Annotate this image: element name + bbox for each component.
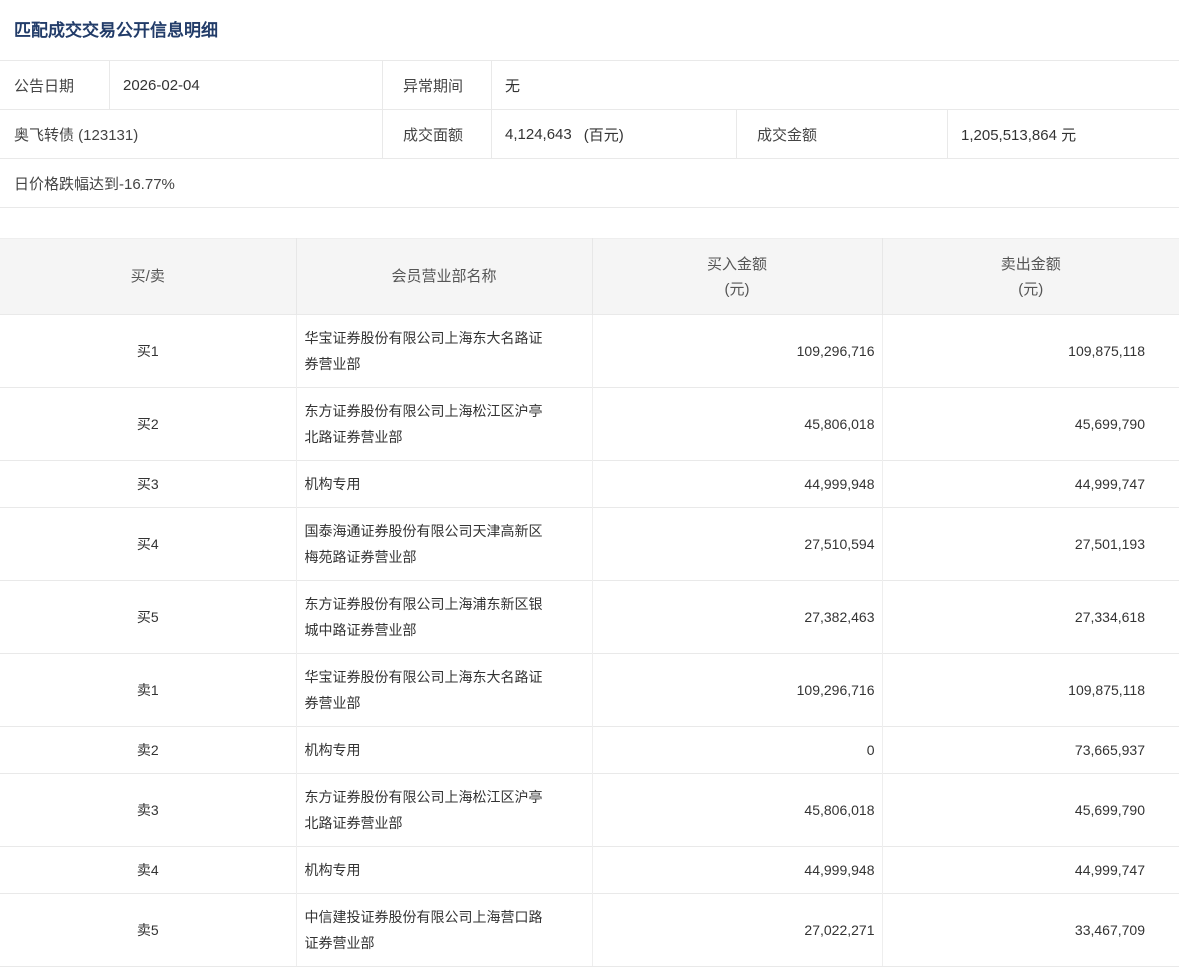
table-header-row: 买/卖 会员营业部名称 买入金额(元) 卖出金额(元): [0, 239, 1179, 315]
member-name-cell: 华宝证券股份有限公司上海东大名路证券营业部: [296, 315, 592, 388]
sell-amount-cell: 44,999,747: [882, 461, 1179, 508]
sell-amount-cell: 73,665,937: [882, 727, 1179, 774]
buy-amount-cell: 27,022,271: [592, 894, 882, 967]
sell-amount-cell: 27,334,618: [882, 581, 1179, 654]
member-name-cell: 机构专用: [296, 847, 592, 894]
table-row: 卖2 机构专用 0 73,665,937: [0, 727, 1179, 774]
member-name-cell: 机构专用: [296, 461, 592, 508]
sell-amount-cell: 27,501,193: [882, 508, 1179, 581]
col-header-member: 会员营业部名称: [296, 239, 592, 315]
col-header-sell-amount: 卖出金额(元): [882, 239, 1179, 315]
page-title: 匹配成交交易公开信息明细: [0, 0, 1179, 60]
member-name-cell: 机构专用: [296, 727, 592, 774]
side-cell: 买1: [0, 315, 296, 388]
member-branch-table: 买/卖 会员营业部名称 买入金额(元) 卖出金额(元) 买1 华宝证券股份有限公…: [0, 238, 1179, 967]
turnover-value: 1,205,513,864 元: [948, 110, 1179, 158]
buy-amount-cell: 0: [592, 727, 882, 774]
table-row: 买3 机构专用 44,999,948 44,999,747: [0, 461, 1179, 508]
buy-amount-cell: 109,296,716: [592, 315, 882, 388]
member-name-cell: 华宝证券股份有限公司上海东大名路证券营业部: [296, 654, 592, 727]
buy-amount-cell: 45,806,018: [592, 774, 882, 847]
face-value-value: 4,124,643 (百元): [492, 110, 737, 158]
member-name-cell: 中信建投证券股份有限公司上海营口路证券营业部: [296, 894, 592, 967]
price-change-note: 日价格跌幅达到-16.77%: [0, 159, 1179, 207]
buy-amount-cell: 45,806,018: [592, 388, 882, 461]
summary-row-date: 公告日期 2026-02-04 异常期间 无: [0, 61, 1179, 110]
spacer: [0, 208, 1179, 238]
table-row: 卖4 机构专用 44,999,948 44,999,747: [0, 847, 1179, 894]
buy-amount-cell: 109,296,716: [592, 654, 882, 727]
buy-amount-cell: 27,510,594: [592, 508, 882, 581]
buy-amount-cell: 27,382,463: [592, 581, 882, 654]
member-name-cell: 国泰海通证券股份有限公司天津高新区梅苑路证券营业部: [296, 508, 592, 581]
table-row: 卖5 中信建投证券股份有限公司上海营口路证券营业部 27,022,271 33,…: [0, 894, 1179, 967]
col-header-buy-amount: 买入金额(元): [592, 239, 882, 315]
face-value-number: 4,124,643: [505, 126, 572, 143]
side-cell: 卖4: [0, 847, 296, 894]
abnormal-period-value: 无: [492, 61, 1179, 109]
table-row: 买2 东方证券股份有限公司上海松江区沪亭北路证券营业部 45,806,018 4…: [0, 388, 1179, 461]
face-value-label: 成交面额: [383, 110, 492, 158]
abnormal-period-label: 异常期间: [383, 61, 492, 109]
side-cell: 卖5: [0, 894, 296, 967]
sell-amount-cell: 109,875,118: [882, 315, 1179, 388]
sell-amount-cell: 45,699,790: [882, 388, 1179, 461]
summary-panel: 公告日期 2026-02-04 异常期间 无 奥飞转债 (123131) 成交面…: [0, 60, 1179, 208]
table-row: 卖3 东方证券股份有限公司上海松江区沪亭北路证券营业部 45,806,018 4…: [0, 774, 1179, 847]
table-row: 卖1 华宝证券股份有限公司上海东大名路证券营业部 109,296,716 109…: [0, 654, 1179, 727]
member-name-cell: 东方证券股份有限公司上海松江区沪亭北路证券营业部: [296, 774, 592, 847]
side-cell: 卖3: [0, 774, 296, 847]
side-cell: 买4: [0, 508, 296, 581]
side-cell: 卖2: [0, 727, 296, 774]
side-cell: 买2: [0, 388, 296, 461]
sell-amount-cell: 33,467,709: [882, 894, 1179, 967]
table-row: 买4 国泰海通证券股份有限公司天津高新区梅苑路证券营业部 27,510,594 …: [0, 508, 1179, 581]
col-header-side: 买/卖: [0, 239, 296, 315]
sell-amount-cell: 45,699,790: [882, 774, 1179, 847]
announce-date-value: 2026-02-04: [110, 61, 383, 109]
member-name-cell: 东方证券股份有限公司上海浦东新区银城中路证券营业部: [296, 581, 592, 654]
buy-amount-cell: 44,999,948: [592, 461, 882, 508]
sell-amount-cell: 109,875,118: [882, 654, 1179, 727]
side-cell: 买5: [0, 581, 296, 654]
buy-amount-cell: 44,999,948: [592, 847, 882, 894]
security-name: 奥飞转债 (123131): [0, 110, 383, 158]
turnover-label: 成交金额: [737, 110, 948, 158]
member-name-cell: 东方证券股份有限公司上海松江区沪亭北路证券营业部: [296, 388, 592, 461]
announce-date-label: 公告日期: [0, 61, 110, 109]
summary-row-note: 日价格跌幅达到-16.77%: [0, 159, 1179, 207]
sell-amount-cell: 44,999,747: [882, 847, 1179, 894]
face-value-unit: (百元): [584, 124, 624, 145]
side-cell: 卖1: [0, 654, 296, 727]
side-cell: 买3: [0, 461, 296, 508]
summary-row-security: 奥飞转债 (123131) 成交面额 4,124,643 (百元) 成交金额 1…: [0, 110, 1179, 159]
table-row: 买5 东方证券股份有限公司上海浦东新区银城中路证券营业部 27,382,463 …: [0, 581, 1179, 654]
table-row: 买1 华宝证券股份有限公司上海东大名路证券营业部 109,296,716 109…: [0, 315, 1179, 388]
